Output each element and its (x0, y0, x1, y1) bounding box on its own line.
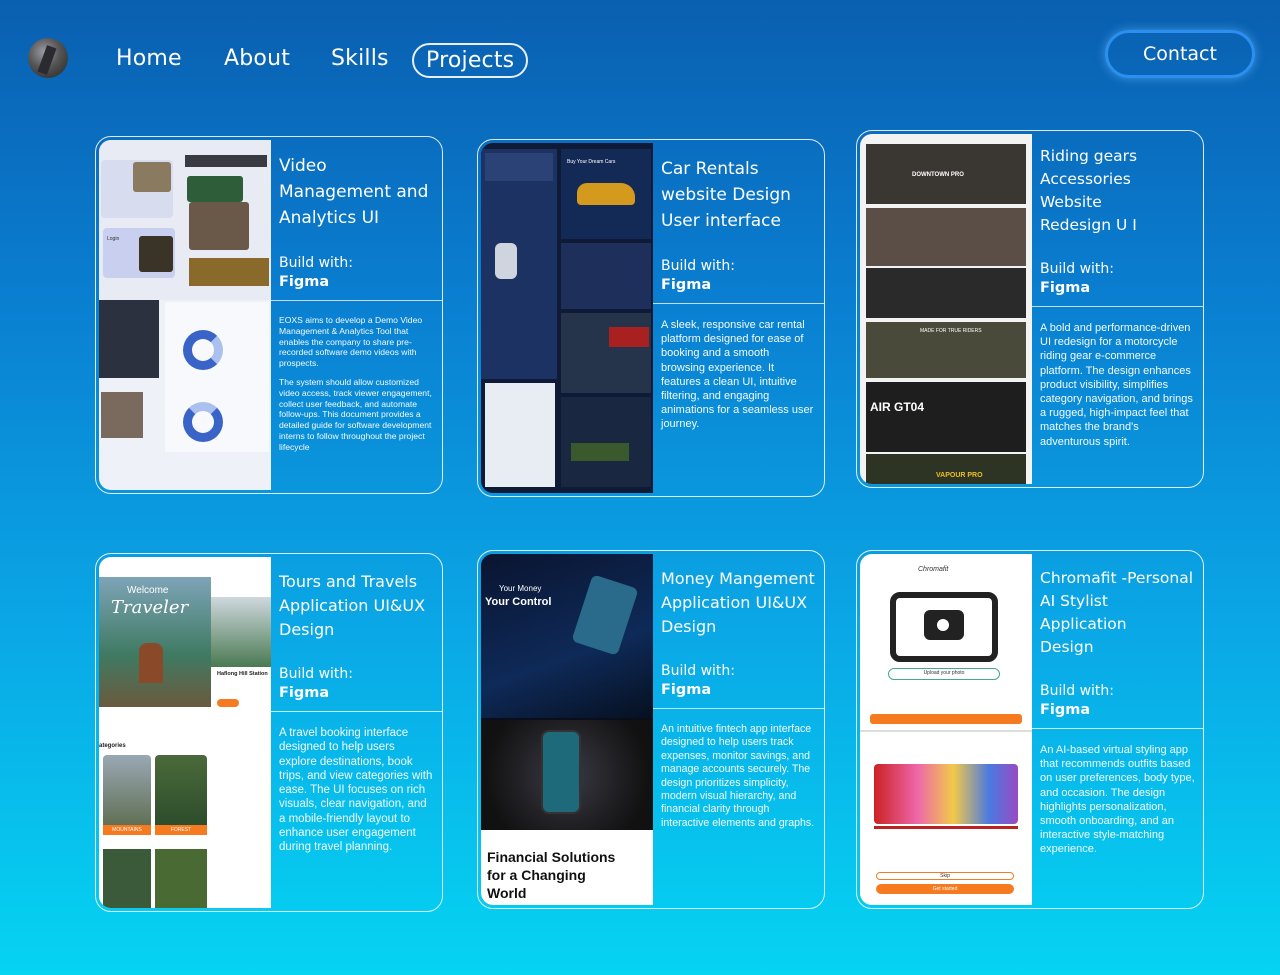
thumbnail-riding-banner: DOWNTOWN PRO (912, 172, 964, 178)
contact-button[interactable]: Contact (1105, 30, 1255, 78)
divider (271, 711, 442, 712)
project-description: A bold and performance-driven UI redesig… (1040, 322, 1193, 448)
build-with-label: Build with: (279, 666, 354, 682)
thumbnail-car-hero-text: Buy Your Dream Cars (567, 159, 616, 165)
project-title: Car Rentals website Design User interfac… (661, 159, 791, 231)
build-tool: Figma (279, 685, 330, 701)
project-title: Money Mangement Application UI&UX Design (661, 569, 815, 636)
nav-projects-link[interactable]: Projects (412, 43, 529, 78)
project-description: An intuitive fintech app interface desig… (661, 723, 815, 829)
build-tool: Figma (1040, 280, 1091, 296)
divider (1032, 728, 1203, 729)
thumbnail-travel-station: Haflong Hill Station (217, 671, 268, 677)
divider (653, 303, 824, 304)
project-card-tours-travels[interactable]: Welcome Traveler Haflong Hill Station at… (95, 553, 443, 912)
thumbnail-travel-welcome: Welcome (127, 585, 169, 596)
build-with-label: Build with: (1040, 683, 1115, 699)
divider (653, 708, 824, 709)
thumbnail-chroma-logo: Chromafit (918, 566, 949, 573)
project-thumbnail: DOWNTOWN PRO MADE FOR TRUE RIDERS AIR GT… (860, 134, 1032, 484)
build-tool: Figma (661, 682, 712, 698)
thumbnail-riding-banner: VAPOUR PRO (936, 472, 983, 479)
thumbnail-travel-categories: ategories (99, 743, 126, 749)
project-card-riding-gears[interactable]: DOWNTOWN PRO MADE FOR TRUE RIDERS AIR GT… (856, 130, 1204, 488)
thumbnail-money-hero: Your Control (485, 596, 552, 608)
avatar[interactable] (28, 38, 68, 78)
build-with-label: Build with: (661, 258, 736, 274)
project-thumbnail: Buy Your Dream Cars (481, 143, 653, 493)
thumbnail-travel-hero: Traveler (111, 597, 189, 618)
project-thumbnail: Chromafit Upload your photo Skip Get sta… (860, 554, 1032, 905)
nav-about-link[interactable]: About (224, 46, 290, 71)
project-description: A sleek, responsive car rental platform … (661, 319, 814, 431)
thumbnail-riding-banner: AIR GT04 (870, 400, 925, 414)
thumbnail-riding-banner: MADE FOR TRUE RIDERS (920, 328, 982, 334)
thumbnail-chroma-skip: Skip (876, 872, 1014, 880)
nav-skills-link[interactable]: Skills (331, 46, 389, 71)
divider (1032, 306, 1203, 307)
project-title: Tours and Travels Application UI&UX Desi… (279, 572, 426, 639)
project-card-video-management[interactable]: Login Video Management and Analytics UI … (95, 136, 443, 494)
project-card-car-rentals[interactable]: Buy Your Dream Cars Car Rentals website … (477, 139, 825, 497)
build-tool: Figma (661, 277, 712, 293)
build-with-label: Build with: (661, 663, 736, 679)
project-title: Chromafit -Personal AI Stylist Applicati… (1040, 569, 1194, 656)
build-tool: Figma (279, 274, 330, 290)
thumbnail-money-headline: Financial Solutions for a Changing World (487, 849, 616, 901)
project-thumbnail: Your Money Your Control Financial Soluti… (481, 554, 653, 905)
project-description: An AI-based virtual styling app that rec… (1040, 744, 1195, 856)
project-description: A travel booking interface designed to h… (279, 727, 433, 854)
nav-home-link[interactable]: Home (116, 46, 182, 71)
project-title: Video Management and Analytics UI (279, 156, 429, 228)
thumbnail-travel-forest: FOREST (155, 825, 207, 835)
thumbnail-chroma-upload: Upload your photo (888, 668, 1000, 680)
build-with-label: Build with: (279, 255, 354, 271)
project-thumbnail: Welcome Traveler Haflong Hill Station at… (99, 557, 271, 908)
project-description: EOXS aims to develop a Demo Video Manage… (279, 315, 432, 452)
project-card-chromafit[interactable]: Chromafit Upload your photo Skip Get sta… (856, 550, 1204, 909)
thumbnail-money-hero: Your Money (499, 584, 542, 593)
project-title: Riding gears Accessories Website Redesig… (1040, 147, 1138, 234)
project-card-money-management[interactable]: Your Money Your Control Financial Soluti… (477, 550, 825, 909)
project-thumbnail: Login (99, 140, 271, 490)
build-tool: Figma (1040, 702, 1091, 718)
thumbnail-login-text: Login (107, 236, 120, 242)
thumbnail-travel-mountains: MOUNTAINS (103, 825, 151, 835)
divider (271, 300, 442, 301)
thumbnail-chroma-start: Get started (876, 884, 1014, 894)
build-with-label: Build with: (1040, 261, 1115, 277)
